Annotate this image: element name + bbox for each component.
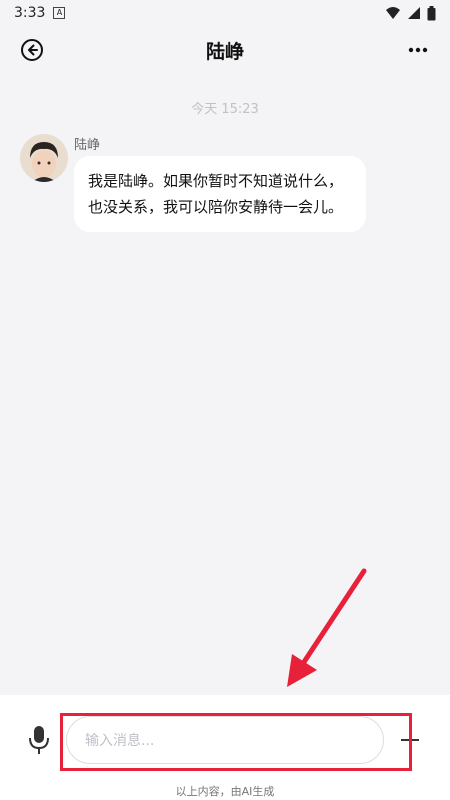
pointer-arrow-icon [287, 568, 367, 687]
ai-disclaimer: 以上内容，由AI生成 [175, 785, 275, 798]
